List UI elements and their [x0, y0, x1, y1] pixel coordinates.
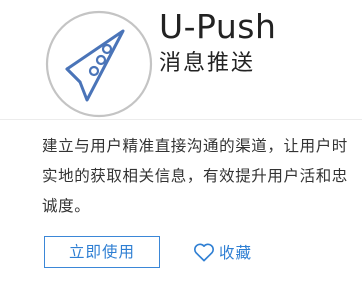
upush-logo — [44, 9, 154, 119]
app-description: 建立与用户精准直接沟通的渠道，让用户时实地的获取相关信息，有效提升用户活和忠诚度… — [42, 137, 348, 215]
divider — [0, 119, 362, 120]
heart-outline-icon — [194, 243, 214, 262]
favorite-label: 收藏 — [219, 244, 253, 262]
app-card: U-Push 消息推送 建立与用户精准直接沟通的渠道，让用户时实地的获取相关信息… — [0, 0, 362, 284]
paper-plane-icon — [45, 10, 153, 118]
app-subtitle: 消息推送 — [159, 51, 256, 76]
use-now-button[interactable]: 立即使用 — [44, 236, 160, 268]
app-title: U-Push — [159, 7, 277, 46]
favorite-button[interactable]: 收藏 — [193, 236, 252, 268]
